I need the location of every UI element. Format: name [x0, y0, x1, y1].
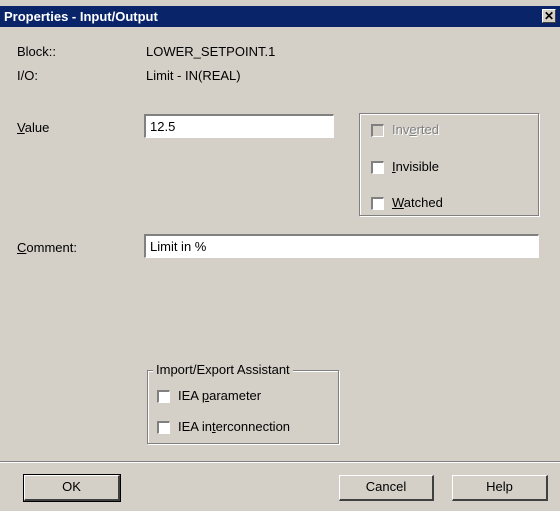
comment-label: Comment:: [17, 240, 77, 255]
block-value: LOWER_SETPOINT.1: [146, 44, 276, 59]
io-value: Limit - IN(REAL): [146, 68, 241, 83]
value-label: Value: [17, 120, 50, 135]
invisible-label[interactable]: Invisible: [392, 159, 439, 174]
invisible-checkbox[interactable]: [371, 161, 384, 174]
properties-dialog: Properties - Input/Output ✕ Block:: LOWE…: [0, 0, 560, 511]
import-export-title: Import/Export Assistant: [153, 362, 293, 377]
inverted-checkbox: [371, 124, 384, 137]
close-icon[interactable]: ✕: [542, 9, 556, 23]
iea-parameter-label[interactable]: IEA parameter: [178, 388, 261, 403]
iea-interconnection-checkbox[interactable]: [157, 421, 170, 434]
ok-button[interactable]: OK: [23, 474, 121, 502]
watched-label[interactable]: Watched: [392, 195, 443, 210]
cancel-button[interactable]: Cancel: [339, 475, 434, 501]
watched-checkbox[interactable]: [371, 197, 384, 210]
block-label: Block::: [17, 44, 57, 59]
value-input[interactable]: 12.5: [144, 114, 334, 138]
comment-input[interactable]: Limit in %: [144, 234, 539, 258]
button-separator: [0, 461, 560, 463]
window-title: Properties - Input/Output: [4, 9, 158, 24]
iea-interconnection-label[interactable]: IEA interconnection: [178, 419, 290, 434]
inverted-label: Inverted: [392, 122, 439, 137]
title-bar[interactable]: Properties - Input/Output ✕: [0, 6, 560, 27]
options-group: [359, 113, 539, 216]
io-label: I/O:: [17, 68, 38, 83]
iea-parameter-checkbox[interactable]: [157, 390, 170, 403]
help-button[interactable]: Help: [452, 475, 548, 501]
